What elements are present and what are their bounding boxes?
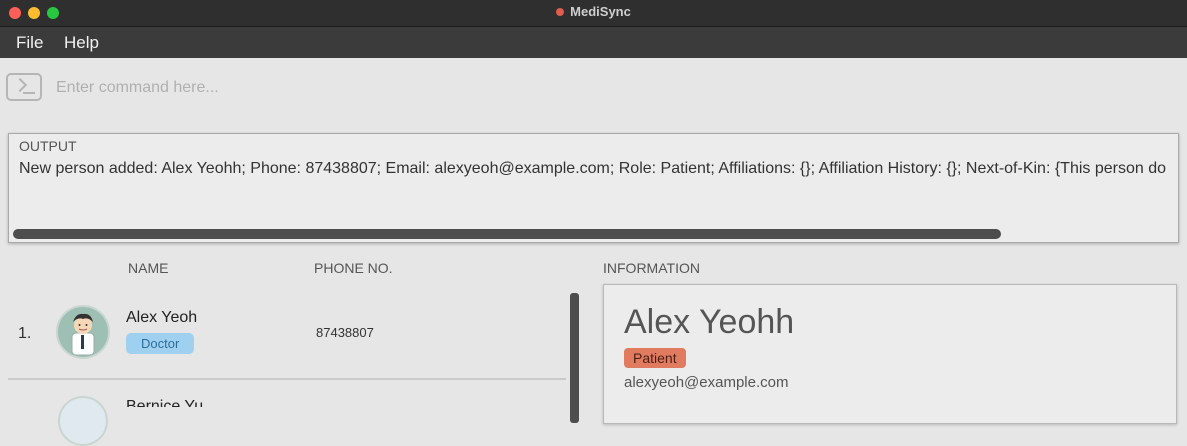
output-panel: OUTPUT New person added: Alex Yeohh; Pho… — [8, 133, 1179, 243]
list-item-name: Alex Yeoh — [126, 309, 198, 326]
output-text: New person added: Alex Yeohh; Phone: 874… — [19, 160, 1167, 177]
column-header-phone: PHONE NO. — [314, 260, 393, 276]
information-card: Alex Yeohh Patient alexyeoh@example.com — [603, 284, 1177, 424]
menu-file[interactable]: File — [16, 33, 43, 53]
role-badge-patient: Patient — [624, 348, 686, 368]
list-item-index: 1. — [18, 325, 32, 342]
menu-help[interactable]: Help — [64, 33, 99, 53]
role-badge-doctor: Doctor — [126, 333, 195, 354]
doctor-avatar — [56, 305, 110, 359]
output-label: OUTPUT — [19, 138, 77, 154]
info-person-name: Alex Yeohh — [624, 303, 795, 341]
window-title: MediSync — [570, 4, 631, 19]
window-title-container: MediSync — [0, 0, 1187, 26]
menu-bar: File Help — [0, 27, 1187, 58]
information-header: INFORMATION — [603, 260, 700, 276]
terminal-icon — [6, 73, 42, 101]
avatar — [58, 396, 108, 446]
list-item-phone: 87438807 — [316, 325, 374, 340]
title-bar: MediSync — [0, 0, 1187, 27]
command-input[interactable] — [50, 75, 1182, 101]
list-divider — [8, 378, 566, 380]
info-email: alexyeoh@example.com — [624, 374, 789, 391]
person-list-item[interactable]: 1. Alex Yeoh Doctor 87438807 — [8, 291, 566, 378]
list-item-name-partial: Bernice Yu — [126, 398, 204, 407]
app-logo-icon — [556, 8, 565, 16]
column-header-name: NAME — [128, 260, 169, 276]
output-horizontal-scrollbar[interactable] — [13, 229, 1001, 239]
list-vertical-scrollbar[interactable] — [570, 293, 579, 423]
